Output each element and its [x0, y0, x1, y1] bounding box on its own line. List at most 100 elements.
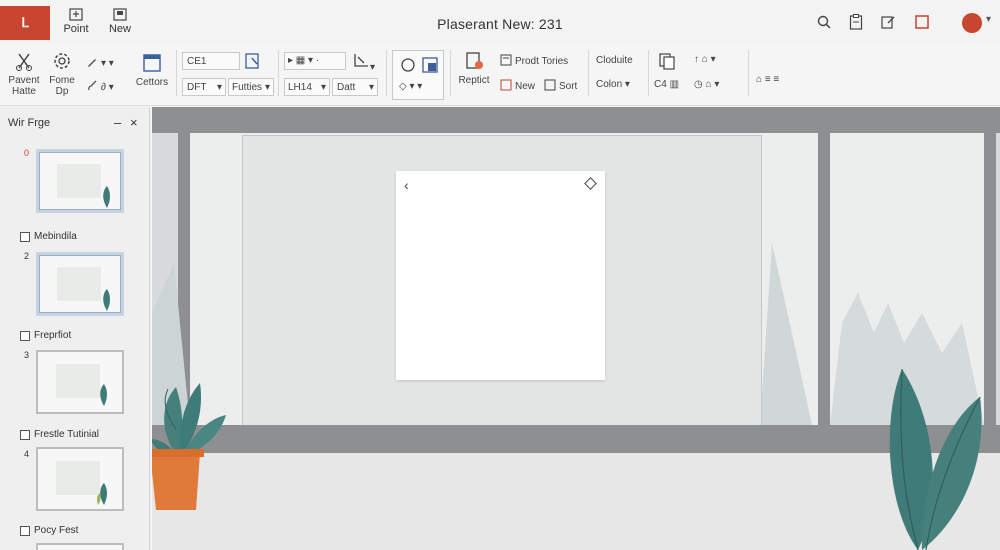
- slide-checkbox[interactable]: [20, 231, 30, 242]
- reptict-button[interactable]: Reptict: [454, 50, 494, 86]
- pen-dropdown[interactable]: ▾ ▾: [86, 56, 114, 70]
- font-color-button[interactable]: [244, 52, 262, 74]
- paste-label: Pavent Hatte: [8, 75, 40, 97]
- arrange-dropdown[interactable]: ↑ ⌂ ▾: [694, 54, 716, 66]
- slide-checkbox[interactable]: [20, 429, 30, 440]
- c4-button[interactable]: C4 ▥: [654, 79, 679, 91]
- slide-checkbox[interactable]: [20, 330, 30, 341]
- brush-dropdown[interactable]: ∂ ▾: [86, 80, 114, 94]
- colon-dropdown[interactable]: Colon ▾: [596, 79, 630, 91]
- slide-thumbnail-2[interactable]: [36, 252, 124, 316]
- print-tories-button[interactable]: Prodt Tories: [500, 54, 568, 68]
- paste-button[interactable]: Pavent Hatte: [6, 50, 42, 97]
- slide-label-row[interactable]: Frestle Tutinial: [20, 429, 99, 440]
- slide-number: 2: [24, 251, 30, 261]
- account-avatar[interactable]: [962, 13, 982, 33]
- chevron-down-icon: ▾: [217, 82, 223, 93]
- slide-label-row[interactable]: Freprfiot: [20, 330, 71, 341]
- current-slide[interactable]: ‹: [396, 171, 605, 380]
- slide-thumbnail-3[interactable]: [36, 350, 124, 414]
- slide-title: Freprfiot: [34, 330, 72, 341]
- timer-dropdown[interactable]: ◷ ⌂ ▾: [694, 79, 719, 91]
- layout-button[interactable]: Cettors: [132, 52, 172, 88]
- wall-band: [152, 107, 1000, 133]
- ribbon-separator: [176, 50, 177, 96]
- leaf-icon: [96, 483, 107, 505]
- floor: [152, 453, 1000, 550]
- ribbon-separator: [588, 50, 589, 96]
- slide-thumbnail-1[interactable]: [36, 149, 124, 213]
- ribbon-separator: [386, 50, 387, 96]
- brush-icon: [88, 80, 97, 91]
- slide-label-row[interactable]: Mebindila: [20, 231, 77, 242]
- copy-button[interactable]: [658, 52, 676, 74]
- new-button[interactable]: New: [500, 79, 535, 93]
- leaf-icon: [103, 186, 110, 208]
- search-icon: [817, 15, 831, 29]
- diamond-handle-icon[interactable]: [584, 177, 597, 190]
- families-dropdown[interactable]: Futties ▾: [228, 78, 274, 96]
- ribbon-separator: [278, 50, 279, 96]
- crop-icon: [354, 54, 368, 67]
- table-dropdown[interactable]: ▸ ▦ ▾ ·: [284, 52, 346, 70]
- clipboard-icon: [849, 14, 863, 30]
- share-icon: [881, 16, 895, 29]
- thumbnail-content: [57, 267, 101, 301]
- minimize-panel-button[interactable]: –: [114, 115, 121, 130]
- close-panel-button[interactable]: ×: [130, 115, 138, 130]
- reptict-icon: [466, 52, 483, 69]
- image-icon[interactable]: [421, 56, 439, 74]
- sort-label: Sort: [559, 81, 578, 92]
- families-value: Futties: [232, 82, 263, 93]
- slide-number: 0: [24, 148, 30, 158]
- scissors-icon: [16, 53, 32, 71]
- ribbon-separator: [748, 50, 749, 96]
- format-label: Fome Dp: [49, 75, 75, 97]
- format-painter-button[interactable]: Fome Dp: [44, 50, 80, 97]
- leaf-icon: [100, 384, 107, 406]
- cloduite-button[interactable]: Cloduite: [596, 55, 633, 67]
- print-icon: [500, 54, 512, 66]
- previous-arrow-icon[interactable]: ‹: [404, 177, 409, 193]
- font-name-box[interactable]: CE1: [182, 52, 240, 70]
- c4-label: C4: [654, 79, 667, 90]
- chevron-down-icon: ▾: [321, 82, 327, 93]
- slide-thumbnail-5[interactable]: [36, 543, 124, 550]
- copy-icon: [659, 53, 675, 70]
- search-button[interactable]: [814, 12, 834, 32]
- crop-button[interactable]: ▾: [352, 52, 375, 74]
- slide-title: Mebindila: [34, 231, 77, 242]
- data-dropdown[interactable]: Datt ▾: [332, 78, 378, 96]
- size-value: LH14: [288, 82, 312, 93]
- potted-plant-illustration: [152, 383, 226, 510]
- layout-icon: [143, 54, 161, 72]
- sort-button[interactable]: Sort: [544, 79, 577, 93]
- shape-dropdown[interactable]: ◇ ▾ ▾: [399, 81, 422, 93]
- table-grid-icon: ▸ ▦ ▾ ·: [288, 55, 320, 66]
- new-label: New: [515, 81, 536, 92]
- panel-title: Wir Frge: [8, 117, 51, 129]
- align-buttons[interactable]: ⌂ ≡ ≡: [756, 74, 779, 86]
- share-button[interactable]: [878, 12, 898, 32]
- layout-label: Cettors: [135, 77, 169, 88]
- slide-label-row[interactable]: Pocy Fest: [20, 525, 78, 536]
- font-style-dropdown[interactable]: DFT ▾: [182, 78, 226, 96]
- large-leaf-illustration: [889, 368, 982, 550]
- window-button[interactable]: [912, 12, 932, 32]
- shapes-group: ◇ ▾ ▾: [392, 50, 444, 100]
- shape-icon[interactable]: [399, 56, 417, 74]
- chevron-down-icon[interactable]: ▾: [986, 14, 991, 25]
- slide-canvas: ‹: [152, 107, 1000, 550]
- slide-checkbox[interactable]: [20, 525, 30, 536]
- slide-thumbnails-panel: Wir Frge – × 0 Mebindila 2 Freprfiot 3 F…: [0, 107, 150, 550]
- font-color-icon: [245, 53, 259, 69]
- size-dropdown[interactable]: LH14 ▾: [284, 78, 330, 96]
- leaf-icon: [103, 289, 110, 311]
- slide-title: Pocy Fest: [34, 525, 79, 536]
- clipboard-button[interactable]: [846, 12, 866, 32]
- slide-thumbnail-4[interactable]: [36, 447, 124, 511]
- slide-number: 3: [24, 350, 30, 360]
- sort-icon: [544, 79, 556, 91]
- chevron-down-icon: ▾: [369, 82, 375, 93]
- ribbon-toolbar: Pavent Hatte Fome Dp ▾ ▾ ∂ ▾ Cettors CE1…: [0, 44, 1000, 106]
